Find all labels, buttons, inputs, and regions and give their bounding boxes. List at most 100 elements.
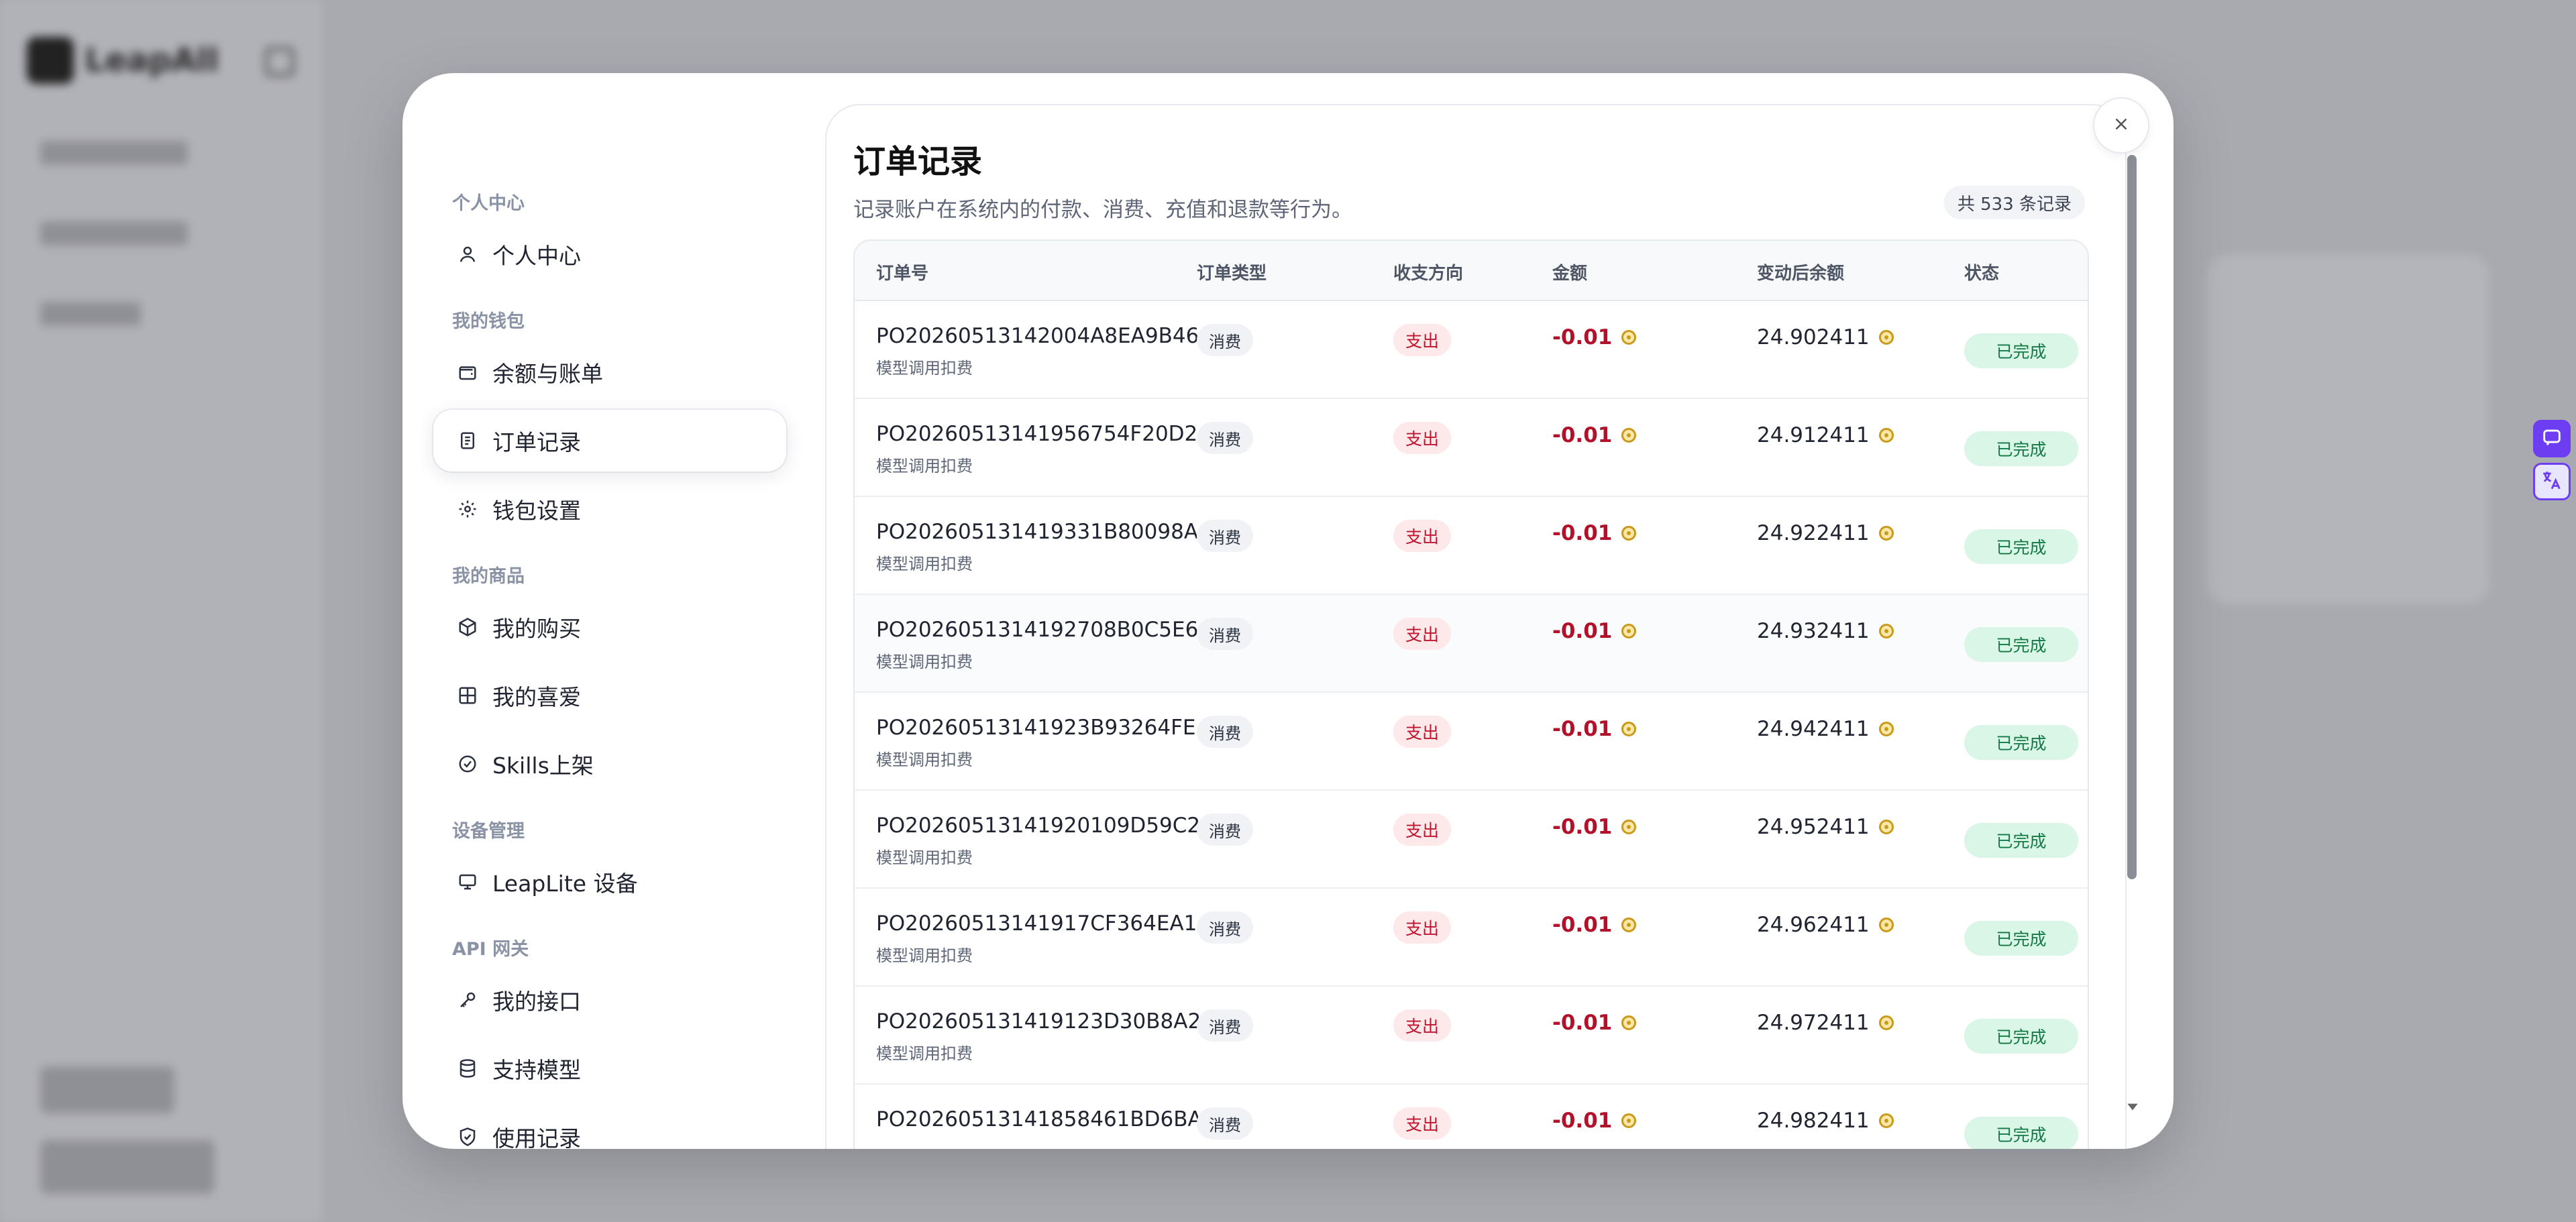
section-title-profile: 个人中心: [452, 193, 525, 214]
sidebar-item-leaplite-device[interactable]: LeapLite 设备: [433, 851, 786, 913]
amount-text: -0.01: [1552, 913, 1613, 937]
order-number[interactable]: PO20260513141923B93264FE: [876, 716, 1196, 740]
sidebar-item-profile[interactable]: 个人中心: [433, 223, 786, 285]
table-row[interactable]: PO202605131419123D30B8A2 模型调用扣费 消费 支出 -0…: [855, 987, 2088, 1085]
balance-value: 24.952411: [1757, 815, 1894, 839]
balance-text: 24.922411: [1757, 521, 1870, 545]
order-type-tag: 消费: [1197, 716, 1253, 748]
coin-icon: [1878, 624, 1894, 638]
order-number[interactable]: PO20260513141956754F20D2: [876, 422, 1197, 446]
sidebar-item-supported-models[interactable]: 支持模型: [433, 1038, 786, 1099]
background-user-card: [40, 1140, 215, 1194]
amount-text: -0.01: [1552, 1011, 1613, 1035]
table-row[interactable]: PO2026051314192708B0C5E6 模型调用扣费 消费 支出 -0…: [855, 595, 2088, 693]
direction-tag: 支出: [1393, 618, 1452, 650]
sidebar-item-favorites[interactable]: 我的喜爱: [433, 665, 786, 726]
record-count-badge: 共 533 条记录: [1943, 186, 2085, 219]
balance-text: 24.962411: [1757, 913, 1870, 937]
background-nav-item: [40, 221, 188, 245]
order-type-tag: 消费: [1197, 324, 1253, 356]
direction-tag: 支出: [1393, 1009, 1452, 1042]
sidebar-item-label: LeapLite 设备: [492, 871, 638, 897]
order-number[interactable]: PO20260513141917CF364EA1: [876, 911, 1197, 936]
column-header-direction[interactable]: 收支方向: [1393, 260, 1463, 284]
amount-value: -0.01: [1552, 325, 1637, 349]
balance-value: 24.912411: [1757, 423, 1894, 447]
amount-value: -0.01: [1552, 1011, 1637, 1035]
sidebar-item-balance[interactable]: 余额与账单: [433, 341, 786, 403]
background-logo-text: LeapAll: [85, 42, 219, 79]
column-header-type[interactable]: 订单类型: [1197, 260, 1267, 284]
wallet-icon: [458, 362, 478, 382]
order-description: 模型调用扣费: [876, 751, 973, 769]
section-title-api: API 网关: [452, 939, 529, 960]
status-badge: 已完成: [1964, 921, 2078, 956]
sidebar-item-orders[interactable]: 订单记录: [433, 410, 786, 471]
order-records-modal: 个人中心 个人中心 我的钱包 余额与账单 订单记录 钱包设置 我的商品 我的购买…: [402, 73, 2174, 1149]
order-number[interactable]: PO20260513142004A8EA9B46: [876, 324, 1199, 348]
coin-icon: [1621, 722, 1637, 736]
order-number[interactable]: PO202605131419331B80098A: [876, 520, 1198, 544]
orders-table: 订单号 订单类型 收支方向 金额 变动后余额 状态 PO202605131420…: [853, 239, 2089, 1149]
sidebar-item-my-api[interactable]: 我的接口: [433, 969, 786, 1031]
background-nav-item: [40, 302, 141, 326]
direction-tag: 支出: [1393, 520, 1452, 552]
order-number[interactable]: PO202605131419123D30B8A2: [876, 1009, 1201, 1034]
coin-icon: [1621, 820, 1637, 834]
table-header: 订单号 订单类型 收支方向 金额 变动后余额 状态: [855, 241, 2088, 301]
sidebar-item-usage-records[interactable]: 使用记录: [433, 1106, 786, 1149]
assistant-widget-button[interactable]: [2533, 420, 2571, 457]
coin-icon: [1621, 526, 1637, 541]
table-row[interactable]: PO20260513142004A8EA9B46 模型调用扣费 消费 支出 -0…: [855, 301, 2088, 399]
status-badge: 已完成: [1964, 431, 2078, 466]
sidebar-item-wallet-settings[interactable]: 钱包设置: [433, 478, 786, 540]
order-number[interactable]: PO2026051314192708B0C5E6: [876, 618, 1198, 642]
amount-value: -0.01: [1552, 815, 1637, 839]
column-header-status[interactable]: 状态: [1964, 260, 1999, 284]
page-subtitle: 记录账户在系统内的付款、消费、充值和退款等行为。: [853, 198, 1352, 222]
order-type-tag: 消费: [1197, 1009, 1253, 1042]
coin-icon: [1878, 526, 1894, 541]
order-description: 模型调用扣费: [876, 653, 973, 671]
coin-icon: [1621, 428, 1637, 443]
chat-bot-icon: [2540, 426, 2563, 451]
table-row[interactable]: PO20260513141956754F20D2 模型调用扣费 消费 支出 -0…: [855, 399, 2088, 497]
balance-value: 24.982411: [1757, 1109, 1894, 1133]
status-badge: 已完成: [1964, 627, 2078, 662]
table-row[interactable]: PO20260513141858461BD6BA 消费 支出 -0.01 24.…: [855, 1085, 2088, 1149]
sidebar-item-purchases[interactable]: 我的购买: [433, 596, 786, 658]
coin-icon: [1621, 1015, 1637, 1030]
background-user-card: [40, 1066, 174, 1113]
amount-text: -0.01: [1552, 1109, 1613, 1133]
table-row[interactable]: PO20260513141917CF364EA1 模型调用扣费 消费 支出 -0…: [855, 889, 2088, 987]
sidebar-item-label: 余额与账单: [492, 361, 603, 387]
column-header-balance[interactable]: 变动后余额: [1757, 260, 1844, 284]
amount-text: -0.01: [1552, 717, 1613, 741]
close-button[interactable]: [2093, 97, 2149, 154]
order-records-panel: 订单记录 记录账户在系统内的付款、消费、充值和退款等行为。 共 533 条记录 …: [825, 104, 2127, 1149]
shield-icon: [458, 1127, 478, 1147]
order-type-tag: 消费: [1197, 814, 1253, 846]
scrollbar-thumb[interactable]: [2127, 155, 2137, 879]
balance-value: 24.942411: [1757, 717, 1894, 741]
sidebar-item-label: Skills上架: [492, 753, 594, 779]
coin-icon: [1878, 918, 1894, 932]
balance-text: 24.942411: [1757, 717, 1870, 741]
balance-text: 24.982411: [1757, 1109, 1870, 1133]
table-row[interactable]: PO20260513141923B93264FE 模型调用扣费 消费 支出 -0…: [855, 693, 2088, 791]
column-header-order-no[interactable]: 订单号: [876, 260, 928, 284]
table-row[interactable]: PO202605131419331B80098A 模型调用扣费 消费 支出 -0…: [855, 497, 2088, 595]
amount-text: -0.01: [1552, 815, 1613, 839]
scroll-down-icon[interactable]: [2125, 1099, 2140, 1114]
order-number[interactable]: PO20260513141920109D59C2: [876, 814, 1200, 838]
sidebar-item-skills[interactable]: Skills上架: [433, 733, 786, 795]
amount-text: -0.01: [1552, 325, 1613, 349]
table-row[interactable]: PO20260513141920109D59C2 模型调用扣费 消费 支出 -0…: [855, 791, 2088, 889]
balance-value: 24.962411: [1757, 913, 1894, 937]
direction-tag: 支出: [1393, 324, 1452, 356]
order-type-tag: 消费: [1197, 1107, 1253, 1140]
translate-widget-button[interactable]: [2533, 463, 2571, 500]
column-header-amount[interactable]: 金额: [1552, 260, 1587, 284]
coin-icon: [1621, 624, 1637, 638]
order-number[interactable]: PO20260513141858461BD6BA: [876, 1107, 1202, 1131]
